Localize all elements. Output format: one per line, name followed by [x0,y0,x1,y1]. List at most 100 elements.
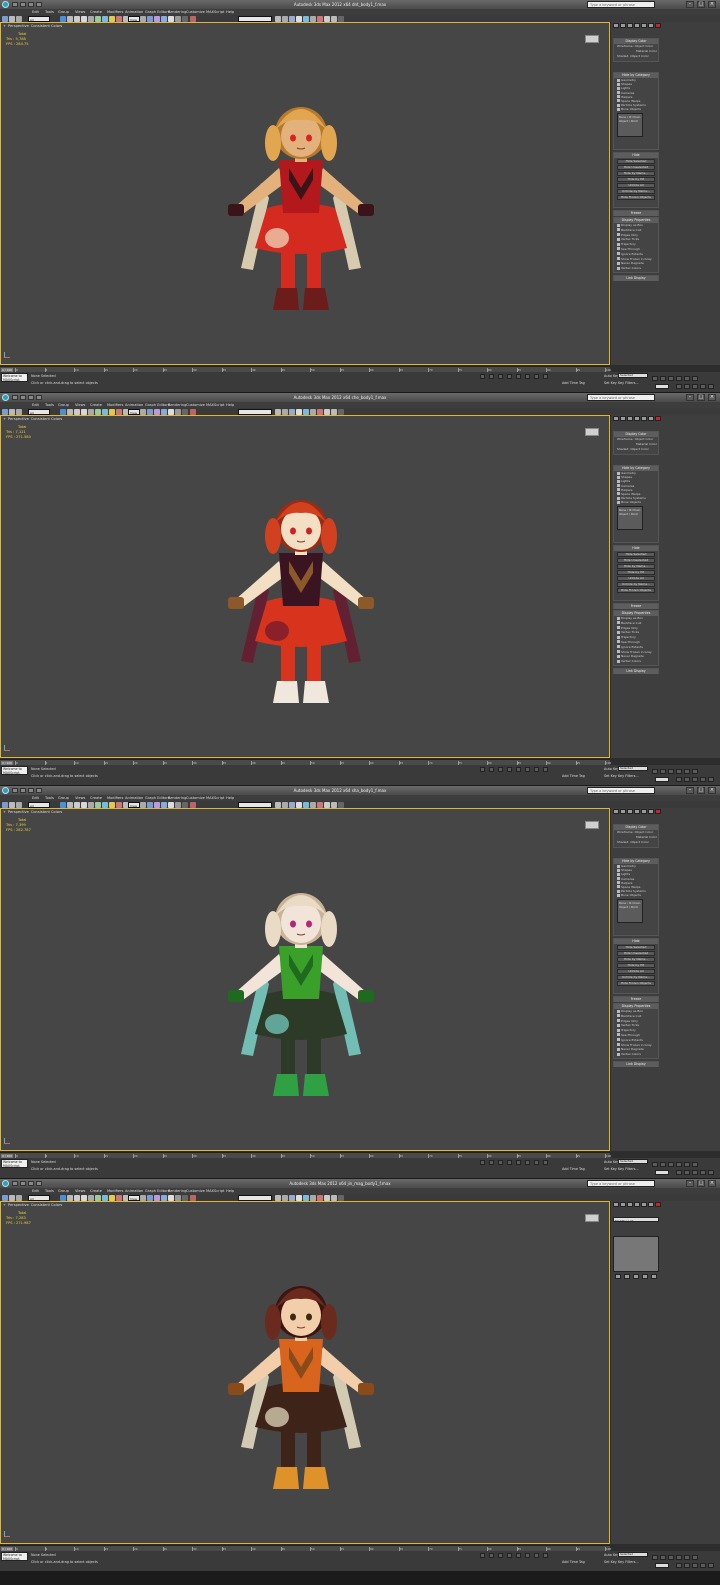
key-mode-dropdown[interactable]: Selected [618,1159,648,1164]
quick-access-button[interactable] [20,788,26,793]
status-icon[interactable] [516,1553,521,1558]
status-icon[interactable] [525,374,530,379]
category-listbox[interactable]: Bone / IK Chain Object / Point [617,112,643,137]
status-icon[interactable] [498,1160,503,1165]
maximize-icon[interactable]: □ [697,787,705,794]
checkbox[interactable] [617,1019,620,1023]
status-icon[interactable] [543,1553,548,1558]
checkbox[interactable] [617,500,620,504]
quick-access-button[interactable] [12,1181,18,1186]
playback-button[interactable] [660,1162,666,1167]
menu-item[interactable]: Graph Editors [145,403,170,407]
close-icon[interactable]: × [708,394,716,401]
hierarchy-tab-icon[interactable] [627,416,633,421]
rollout-title[interactable]: Freeze [614,211,658,216]
viewport-nav-icon[interactable] [708,1563,714,1568]
color-swatch[interactable] [655,1202,661,1207]
checkbox[interactable] [617,492,620,496]
viewport-label-item[interactable]: + [3,417,6,421]
menu-item[interactable]: Help [226,10,234,14]
maximize-icon[interactable]: □ [697,1,705,8]
motion-tab-icon[interactable] [634,416,640,421]
checkbox[interactable] [617,868,620,872]
status-icon[interactable] [480,1553,485,1558]
menu-item[interactable]: Rendering [168,796,186,800]
menu-item[interactable]: Animation [125,1189,143,1193]
menu-item[interactable]: Group [58,796,69,800]
hide-button[interactable]: Hide Unselected [617,951,655,956]
app-logo-icon[interactable] [2,1180,9,1187]
menu-item[interactable]: Views [75,403,85,407]
status-icon[interactable] [507,1553,512,1558]
quick-access-button[interactable] [12,395,18,400]
perspective-viewport[interactable]: Total Tris : 7,283 FPS : 271.987 [0,1201,610,1544]
checkbox[interactable] [617,103,620,107]
hide-button[interactable]: Hide Frozen Objects [617,195,655,200]
key-mode-dropdown[interactable]: Selected [618,373,648,378]
category-listbox[interactable]: Bone / IK Chain Object / Point [617,898,643,923]
viewport-nav-icon[interactable] [676,384,682,389]
character-model[interactable] [201,1222,401,1542]
maxscript-listener[interactable]: Welcome to MAXScript. [1,1159,28,1168]
viewport-label-item[interactable]: Perspective [8,1203,29,1207]
checkbox[interactable] [617,635,620,639]
status-icon[interactable] [534,1553,539,1558]
playback-button[interactable] [660,376,666,381]
menu-item[interactable]: Help [226,796,234,800]
motion-tab-icon[interactable] [634,1202,640,1207]
color-swatch[interactable] [655,416,661,421]
menu-item[interactable]: Modifiers [107,403,123,407]
frame-spinner[interactable] [655,384,669,389]
menu-item[interactable]: Graph Editors [145,10,170,14]
viewport-nav-icon[interactable] [676,1563,682,1568]
viewcube-icon[interactable] [585,35,599,43]
viewport-label-item[interactable]: + [3,1203,6,1207]
menu-item[interactable]: Animation [125,796,143,800]
playback-button[interactable] [668,376,674,381]
minimize-icon[interactable]: – [686,1,694,8]
playback-button[interactable] [660,769,666,774]
maximize-icon[interactable]: □ [697,394,705,401]
utilities-tab-icon[interactable] [648,416,654,421]
auto-key-button[interactable]: Auto Key [604,1553,619,1557]
menu-item[interactable]: Modifiers [107,10,123,14]
checkbox[interactable] [617,78,620,82]
viewport-nav-icon[interactable] [700,384,706,389]
maxscript-listener[interactable]: Welcome to MAXScript. [1,766,28,775]
rollout-title[interactable]: Link Display [614,669,658,674]
motion-tab-icon[interactable] [634,23,640,28]
show-end-result-icon[interactable] [624,1274,630,1279]
viewport-label[interactable]: + Perspective Consistent Colors [3,1203,64,1207]
checkbox[interactable] [617,893,620,897]
status-icon[interactable] [489,767,494,772]
checkbox[interactable] [617,885,620,889]
menu-item[interactable]: Group [58,1189,69,1193]
status-icon[interactable] [525,767,530,772]
viewport-nav-icon[interactable] [684,1170,690,1175]
hide-button[interactable]: Hide by Hit [617,177,655,182]
viewport-label[interactable]: + Perspective Consistent Colors [3,417,64,421]
set-key-button[interactable]: Set Key [604,1167,617,1171]
rollout-title[interactable]: Hide [614,546,658,551]
checkbox[interactable] [617,1038,620,1042]
menu-item[interactable]: Edit [32,403,39,407]
playback-button[interactable] [676,1162,682,1167]
display-tab-icon[interactable] [641,1202,647,1207]
playback-button[interactable] [684,376,690,381]
checkbox[interactable] [617,1023,620,1027]
menu-item[interactable]: Edit [32,796,39,800]
frame-spinner[interactable] [655,1170,669,1175]
checkbox[interactable] [617,864,620,868]
menu-item[interactable]: MAXScript [206,10,224,14]
menu-item[interactable]: Create [90,796,102,800]
quick-access-button[interactable] [36,395,42,400]
hide-button[interactable]: Hide by Hit [617,963,655,968]
viewport-label-item[interactable]: Consistent Colors [31,810,62,814]
menu-item[interactable]: Tools [45,1189,54,1193]
hide-button[interactable]: Hide by Name... [617,171,655,176]
playback-button[interactable] [676,769,682,774]
checkbox[interactable] [617,86,620,90]
modify-tab-icon[interactable] [620,23,626,28]
status-icon[interactable] [543,374,548,379]
status-icon[interactable] [543,1160,548,1165]
